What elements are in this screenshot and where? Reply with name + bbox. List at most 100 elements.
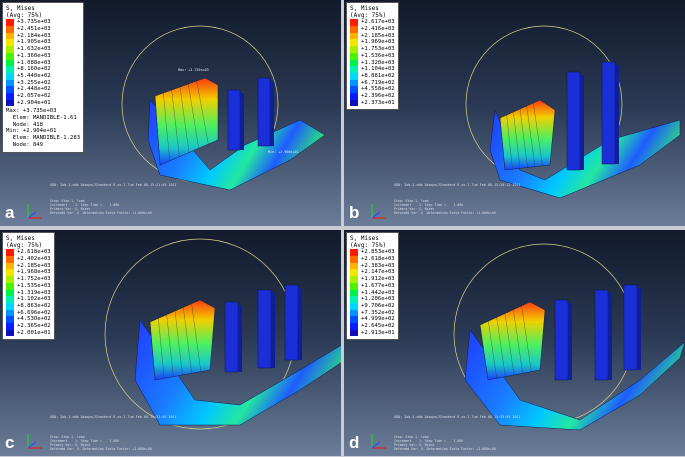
legend-value: +7.352e+02 <box>361 309 395 316</box>
legend-row: +2.416e+03 <box>350 26 395 33</box>
legend-value: +2.383e+03 <box>361 262 395 269</box>
legend-row: +1.536e+03 <box>350 52 395 60</box>
legend-swatch <box>350 26 358 33</box>
legend-row: +2.904e+01 <box>6 99 80 107</box>
legend-swatch <box>350 39 358 47</box>
legend-value: +2.913e+01 <box>361 329 395 336</box>
legend-title: (Avg: 75%) <box>6 242 43 250</box>
legend-title: (Avg: 75%) <box>350 242 387 250</box>
legend-value: +2.147e+03 <box>361 269 395 276</box>
legend-row: +8.160e+02 <box>6 66 80 73</box>
mandible-ramus <box>479 301 546 381</box>
legend-swatch <box>6 19 14 27</box>
implant-post-side <box>238 305 242 372</box>
legend-swatch <box>6 46 14 53</box>
legend-row: +2.184e+03 <box>6 32 80 40</box>
legend-value: +2.396e+02 <box>361 92 395 99</box>
panel-label: b <box>349 203 360 222</box>
legend-value: +1.752e+03 <box>17 276 51 283</box>
legend-row: +4.530e+02 <box>6 316 51 323</box>
legend-swatch <box>350 72 358 80</box>
legend-row: +1.206e+03 <box>350 296 395 303</box>
implant-post-side <box>615 65 619 164</box>
legend-row: +1.905e+03 <box>6 39 80 47</box>
legend-row: +1.969e+03 <box>350 39 395 47</box>
legend-value: +4.999e+02 <box>361 316 395 323</box>
legend-value: +5.440e+02 <box>17 72 51 79</box>
legend-value: +1.968e+03 <box>17 269 51 276</box>
legend-row: +2.147e+03 <box>350 269 395 277</box>
legend-swatch <box>350 59 358 67</box>
viewport-panel-a: S, Mises (Avg: 75%) +3.735e+03 +2.451e+03 +2… <box>0 0 341 226</box>
legend-value: +1.360e+03 <box>17 52 51 59</box>
legend-swatch <box>6 52 14 60</box>
legend-swatch <box>6 249 14 257</box>
implant-post-side <box>637 288 641 370</box>
legend-value: +1.912e+03 <box>361 276 395 283</box>
implant-post-2 <box>594 289 609 381</box>
implant-post-side <box>271 293 275 368</box>
legend-value: +2.904e+01 <box>17 99 51 106</box>
viewport-panel-b: S, Mises (Avg: 75%) +2.617e+03 +2.416e+03 +2… <box>344 0 685 226</box>
legend-swatch <box>6 59 14 67</box>
legend-value: +2.365e+02 <box>17 322 51 329</box>
mandible-ramus <box>154 77 219 166</box>
legend-value: +1.206e+03 <box>361 296 395 303</box>
legend-swatch <box>350 256 358 263</box>
step-info-block: Step: Step-1, load Increment 1: Step Time… <box>50 435 152 452</box>
legend-row: +9.706e+02 <box>350 302 395 310</box>
legend-value: +3.255e+02 <box>17 79 51 86</box>
legend-swatch <box>6 262 14 270</box>
legend-extreme-line: Node: 849 <box>6 141 44 148</box>
legend-value: +2.853e+03 <box>361 249 395 256</box>
implant-post-side <box>568 303 572 380</box>
legend-row: +1.102e+03 <box>6 296 51 303</box>
legend-swatch <box>6 79 14 87</box>
legend-swatch <box>6 269 14 277</box>
legend-row: +1.632e+03 <box>6 46 80 53</box>
mandible-ramus <box>499 99 556 171</box>
implant-post-3 <box>284 284 299 361</box>
legend-value: +2.618e+03 <box>17 249 51 256</box>
legend-row: +4.558e+02 <box>350 86 395 93</box>
legend-value: +1.442e+03 <box>361 289 395 296</box>
legend-swatch <box>350 289 358 297</box>
legend-value: +8.863e+02 <box>17 302 51 309</box>
stress-legend: S, Mises (Avg: 75%) +3.735e+03 +2.451e+03 +2… <box>2 2 85 153</box>
legend-row: +1.677e+03 <box>350 282 395 290</box>
implant-post-3 <box>623 284 638 371</box>
implant-post-side <box>608 293 612 380</box>
coordinate-triad-icon <box>371 204 386 219</box>
legend-value: +2.001e+01 <box>17 329 51 336</box>
legend-row: +4.999e+02 <box>350 316 395 323</box>
legend-row: +2.396e+02 <box>350 92 395 100</box>
legend-swatch <box>350 262 358 270</box>
legend-swatch <box>350 316 358 323</box>
coordinate-triad-icon <box>371 434 386 449</box>
legend-row: +1.535e+03 <box>6 282 51 290</box>
step-info-line: Deformed Var: U Deformation Scale Factor… <box>394 446 496 451</box>
legend-value: +1.677e+03 <box>361 282 395 289</box>
implant-post-1 <box>227 89 241 151</box>
legend-row: +8.863e+02 <box>6 302 51 310</box>
legend-swatch <box>6 302 14 310</box>
legend-row: +2.057e+02 <box>6 92 80 100</box>
viewport-panel-d: S, Mises (Avg: 75%) +2.853e+03 +2.618e+03 +2… <box>344 230 685 456</box>
step-info-line: Deformed Var: U Deformation Scale Factor… <box>394 210 496 215</box>
legend-value: +2.373e+01 <box>361 99 395 106</box>
legend-value: +1.320e+03 <box>361 59 395 66</box>
legend-value: +1.905e+03 <box>17 39 51 46</box>
implant-post-side <box>580 75 584 170</box>
legend-title: S, Mises <box>350 5 379 12</box>
legend-swatch <box>350 329 358 337</box>
legend-swatch <box>350 79 358 87</box>
legend-swatch <box>350 309 358 317</box>
legend-swatch <box>350 52 358 60</box>
legend-value: +2.617e+03 <box>361 19 395 26</box>
legend-value: +2.402e+03 <box>17 256 51 263</box>
coordinate-triad-icon <box>27 434 42 449</box>
legend-value: +1.969e+03 <box>361 39 395 46</box>
implant-post-1 <box>554 299 569 381</box>
legend-swatch <box>350 302 358 310</box>
legend-extremes: Max: +3.735e+03 Elem: MANDIBLE-1.61 Node… <box>6 108 80 148</box>
